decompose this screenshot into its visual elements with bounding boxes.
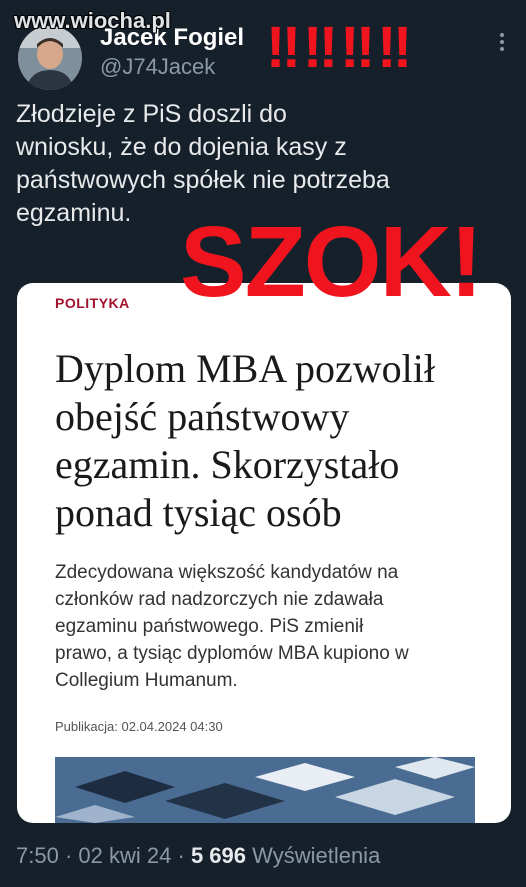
- article-photo: [55, 757, 475, 823]
- meta-separator: ·: [64, 843, 73, 868]
- szok-overlay: SZOK!: [180, 206, 483, 318]
- lead-line: prawo, a tysiąc dyplomów MBA kupiono w: [55, 643, 409, 664]
- author-handle[interactable]: @J74Jacek: [100, 54, 215, 80]
- avatar-photo: [18, 26, 82, 90]
- tweet-text-line: państwowych spółek nie potrzeba: [16, 166, 390, 194]
- headline-line: Dyplom MBA pozwolił: [55, 346, 436, 391]
- article-lead: Zdecydowana większość kandydatów na czło…: [55, 559, 495, 694]
- headline-line: egzamin. Skorzystało: [55, 442, 400, 487]
- lead-line: Zdecydowana większość kandydatów na: [55, 562, 399, 583]
- tweet-text-line: Złodzieje z PiS doszli do: [16, 100, 287, 128]
- meta-separator: ·: [177, 843, 185, 868]
- headline-line: obejść państwowy: [55, 394, 350, 439]
- article-category: POLITYKA: [55, 295, 130, 311]
- lead-line: Collegium Humanum.: [55, 670, 238, 691]
- tweet-time[interactable]: 7:50: [16, 843, 59, 868]
- headline-line: ponad tysiąc osób: [55, 490, 342, 535]
- tweet-text-line: wniosku, że do dojenia kasy z: [16, 133, 347, 161]
- avatar[interactable]: [18, 26, 82, 90]
- lead-line: członków rad nadzorczych nie zdawała: [55, 589, 384, 610]
- tweet-meta: 7:50 · 02 kwi 24 · 5 696 Wyświetlenia: [16, 843, 380, 869]
- views-label[interactable]: Wyświetlenia: [252, 843, 380, 868]
- exclamation-marks: ‼‼‼‼: [266, 15, 415, 80]
- lead-line: egzaminu państwowego. PiS zmienił: [55, 616, 364, 637]
- publication-date: Publikacja: 02.04.2024 04:30: [55, 719, 223, 734]
- more-options-icon[interactable]: [494, 30, 510, 54]
- article-card[interactable]: POLITYKA Dyplom MBA pozwolił obejść pańs…: [17, 283, 511, 823]
- article-headline: Dyplom MBA pozwolił obejść państwowy egz…: [55, 345, 495, 537]
- site-watermark: www.wiocha.pl: [14, 8, 171, 33]
- tweet-date[interactable]: 02 kwi 24: [78, 843, 171, 868]
- views-count[interactable]: 5 696: [191, 843, 246, 868]
